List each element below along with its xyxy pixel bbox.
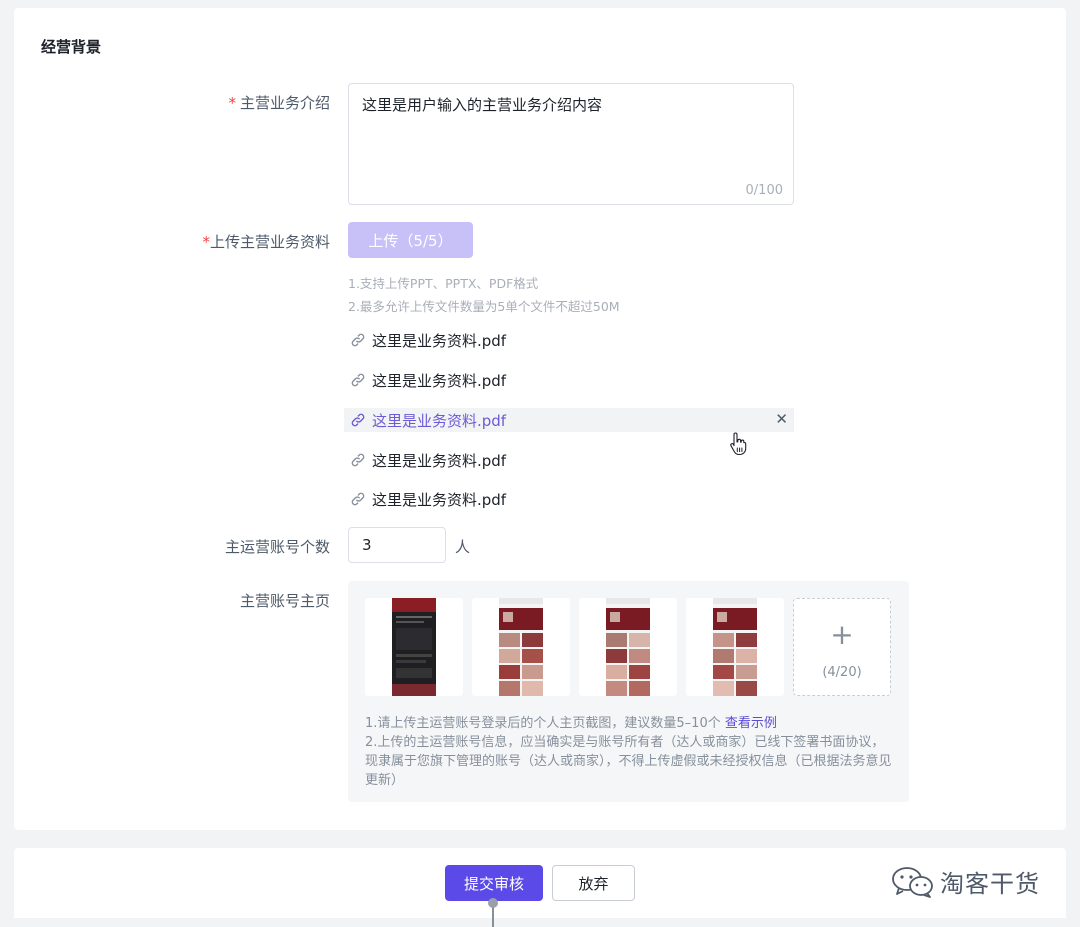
business-intro-textarea[interactable]: 这里是用户输入的主营业务介绍内容 0/100 — [348, 83, 794, 205]
business-intro-counter: 0/100 — [745, 183, 783, 198]
link-icon — [350, 452, 366, 468]
file-item[interactable]: 这里是业务资料.pdf — [344, 448, 794, 472]
screenshot-image — [499, 598, 543, 696]
submit-review-button[interactable]: 提交审核 — [445, 865, 543, 901]
screenshot-counter: (4/20) — [822, 665, 862, 680]
homepage-screenshot-gallery: + (4/20) 1.请上传主运营账号登录后的个人主页截图，建议数量5–10个 … — [348, 581, 909, 802]
form-footer: 提交审核 放弃 淘客干货 — [14, 848, 1066, 927]
link-icon — [350, 332, 366, 348]
account-count-unit: 人 — [455, 538, 471, 556]
business-intro-label: * 主营业务介绍 — [228, 94, 330, 112]
close-icon[interactable]: ✕ — [775, 410, 788, 428]
required-mark: * — [228, 94, 236, 112]
homepage-upload-notes: 1.请上传主运营账号登录后的个人主页截图，建议数量5–10个 查看示例 2.上传… — [365, 714, 895, 790]
homepage-note-2: 2.上传的主运营账号信息，应当确实是与账号所有者（达人或商家）已线下签署书面协议… — [365, 735, 892, 788]
link-icon — [350, 372, 366, 388]
screenshot-thumbnail[interactable] — [579, 598, 677, 696]
add-screenshot-button[interactable]: + (4/20) — [793, 598, 891, 696]
link-icon — [350, 491, 366, 507]
account-homepage-label: 主营账号主页 — [239, 592, 330, 610]
file-item-hovered[interactable]: 这里是业务资料.pdf ✕ — [344, 408, 794, 432]
wechat-icon — [892, 866, 933, 898]
account-count-label: 主运营账号个数 — [224, 538, 330, 556]
file-name: 这里是业务资料.pdf — [372, 371, 507, 390]
screenshot-image — [392, 598, 436, 696]
link-icon — [350, 412, 366, 428]
upload-tip-limit: 2.最多允许上传文件数量为5单个文件不超过50M — [348, 299, 620, 314]
file-name: 这里是业务资料.pdf — [372, 411, 507, 430]
upload-docs-button[interactable]: 上传（5/5） — [348, 222, 473, 258]
file-name: 这里是业务资料.pdf — [372, 490, 507, 509]
account-count-input[interactable]: 3 — [348, 527, 446, 563]
annotation-pin-dot — [488, 898, 498, 908]
hand-pointer-icon — [730, 432, 747, 456]
watermark: 淘客干货 — [890, 864, 1040, 899]
homepage-note-1: 1.请上传主运营账号登录后的个人主页截图，建议数量5–10个 查看示例 — [365, 716, 777, 731]
file-name: 这里是业务资料.pdf — [372, 451, 507, 470]
screenshot-image — [713, 598, 757, 696]
view-example-link[interactable]: 查看示例 — [725, 716, 777, 731]
file-name: 这里是业务资料.pdf — [372, 331, 507, 350]
screenshot-thumbnail[interactable] — [365, 598, 463, 696]
business-docs-label: *上传主营业务资料 — [202, 233, 330, 251]
discard-button[interactable]: 放弃 — [552, 865, 635, 901]
file-item[interactable]: 这里是业务资料.pdf — [344, 487, 794, 511]
business-intro-value: 这里是用户输入的主营业务介绍内容 — [362, 96, 603, 114]
file-item[interactable]: 这里是业务资料.pdf — [344, 328, 794, 352]
section-title: 经营背景 — [41, 38, 102, 56]
business-background-card: 经营背景 * 主营业务介绍 这里是用户输入的主营业务介绍内容 0/100 *上传主… — [14, 8, 1066, 830]
screenshot-image — [606, 598, 650, 696]
screenshot-thumbnail[interactable] — [686, 598, 784, 696]
watermark-text: 淘客干货 — [940, 870, 1040, 898]
plus-icon: + — [830, 618, 854, 651]
required-mark: * — [202, 233, 210, 251]
screenshot-thumbnail[interactable] — [472, 598, 570, 696]
file-item[interactable]: 这里是业务资料.pdf — [344, 368, 794, 392]
upload-tip-formats: 1.支持上传PPT、PPTX、PDF格式 — [348, 276, 539, 291]
